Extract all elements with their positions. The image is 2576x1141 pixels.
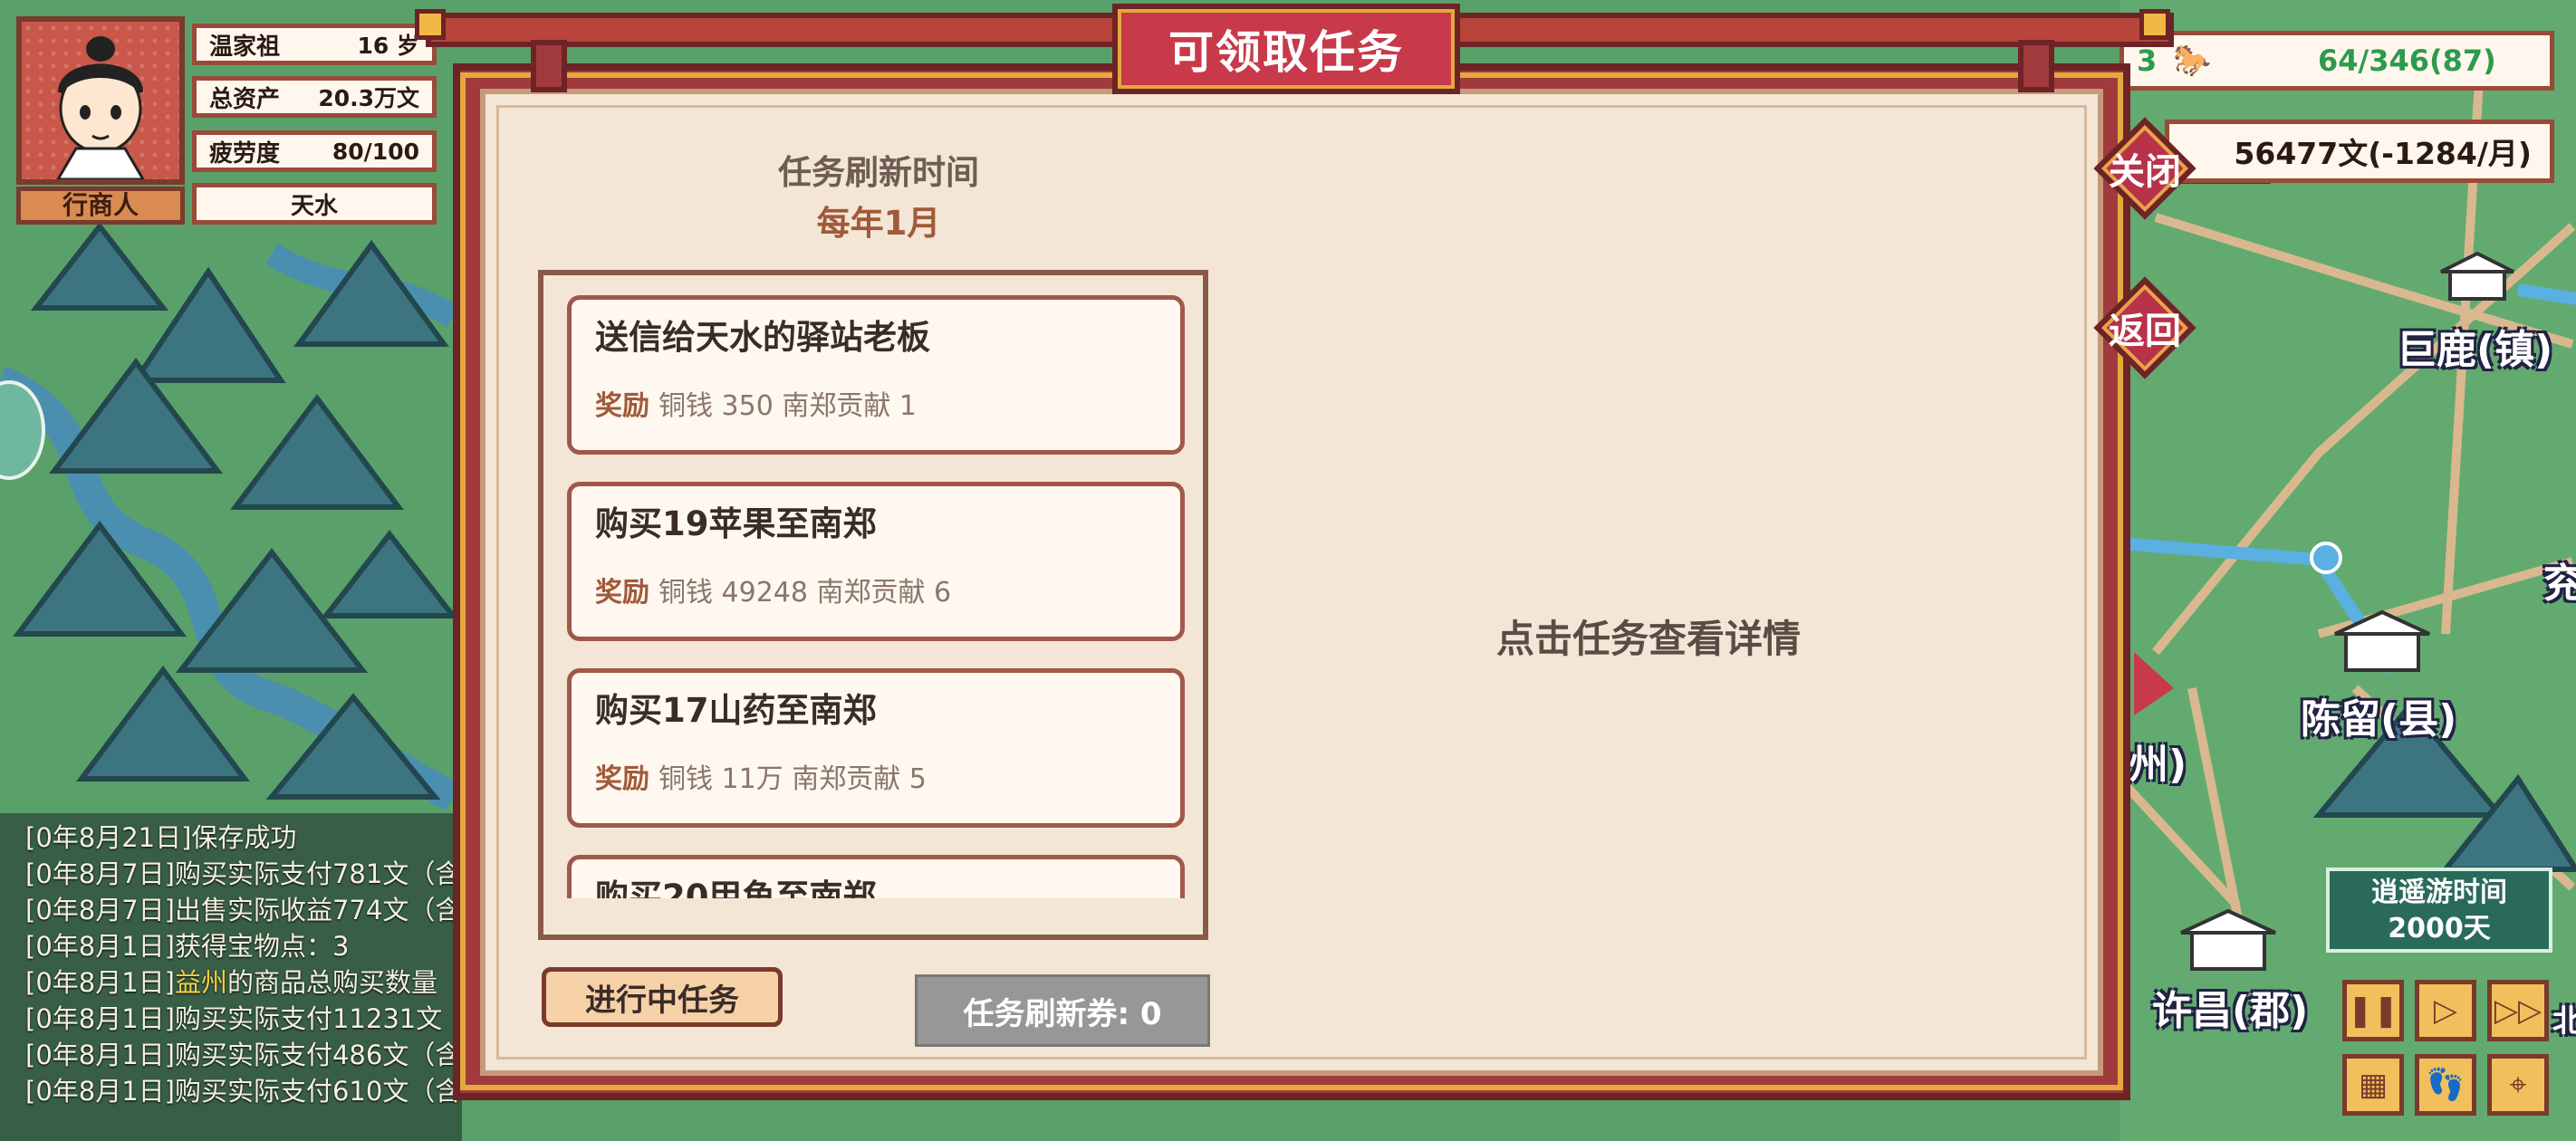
refresh-time-title: 任务刷新时间 xyxy=(778,153,979,192)
task-detail-hint: 点击任务查看详情 xyxy=(1495,617,1801,661)
player-avatar[interactable] xyxy=(16,16,185,185)
task-reward: 奖励 铜钱 350 南郑贡献 1 xyxy=(595,383,1157,423)
pause-button[interactable]: ❚❚ xyxy=(2342,980,2404,1041)
log-line: [0年8月7日]购买实际支付781文（含 xyxy=(25,858,460,889)
caravan-capacity-value: 64/346(87) xyxy=(2318,43,2496,78)
free-time-value: 2000天 xyxy=(2388,913,2491,944)
player-job-tag: 行商人 xyxy=(16,187,185,225)
beam-post-right xyxy=(2018,40,2054,92)
fatigue-value: 80/100 xyxy=(332,138,419,165)
beam-end-right xyxy=(2139,9,2170,40)
ongoing-tasks-button[interactable]: 进行中任务 xyxy=(542,967,783,1027)
fast-forward-button[interactable]: ▷▷ xyxy=(2487,980,2549,1041)
money-value: 56477文(-1284/月) xyxy=(2234,136,2532,171)
map-button[interactable]: ▦ xyxy=(2342,1054,2404,1116)
map-city-chenliu[interactable]: 陈留(县) xyxy=(2301,686,2456,744)
task-card[interactable]: 购买17山药至南郑 奖励 铜钱 11万 南郑贡献 5 xyxy=(567,668,1185,828)
close-button[interactable]: 关闭 xyxy=(2093,117,2196,220)
assets-label: 总资产 xyxy=(209,85,281,113)
map-city-julu[interactable]: 巨鹿(镇) xyxy=(2397,317,2552,375)
location-pin-icon: ⌖ xyxy=(2509,1067,2527,1103)
player-city-row: 天水 xyxy=(192,183,437,225)
task-card[interactable]: 送信给天水的驿站老板 奖励 铜钱 350 南郑贡献 1 xyxy=(567,295,1185,455)
player-city: 天水 xyxy=(290,192,338,220)
player-assets-row: 总资产 20.3万文 xyxy=(192,76,437,118)
fatigue-label: 疲劳度 xyxy=(209,139,281,168)
player-fatigue-row: 疲劳度 80/100 xyxy=(192,130,437,172)
refresh-ticket-button[interactable]: 任务刷新券: 0 xyxy=(915,974,1210,1047)
player-name-row: 温家祖 16 岁 xyxy=(192,24,437,65)
close-label: 关闭 xyxy=(2109,151,2181,193)
log-line-rest: 的商品总购买数量 xyxy=(227,967,438,998)
footprints-button[interactable]: 👣 xyxy=(2415,1054,2476,1116)
task-title: 购买19苹果至南郑 xyxy=(595,504,877,543)
avatar-face-icon xyxy=(55,36,146,181)
map-city-edge-fragment[interactable]: 北 xyxy=(2552,996,2576,1040)
location-button[interactable]: ⌖ xyxy=(2487,1054,2549,1116)
log-line-city: 益州 xyxy=(174,967,227,998)
map-icon: ▦ xyxy=(2358,1067,2389,1103)
play-icon: ▷ xyxy=(2433,992,2458,1029)
play-button[interactable]: ▷ xyxy=(2415,980,2476,1041)
task-reward: 奖励 铜钱 49248 南郑贡献 6 xyxy=(595,570,1157,609)
log-line: [0年8月1日]购买实际支付486文（含 xyxy=(25,1040,460,1070)
reward-value: 铜钱 11万 南郑贡献 5 xyxy=(658,763,927,795)
money-box: 56477文(-1284/月) xyxy=(2165,120,2554,183)
log-line: [0年8月21日]保存成功 xyxy=(25,822,297,853)
task-card[interactable]: 购买20甲鱼至南郑 xyxy=(567,855,1185,898)
modal-title: 可领取任务 xyxy=(1112,4,1460,94)
reward-label: 奖励 xyxy=(595,577,649,609)
pause-icon: ❚❚ xyxy=(2347,992,2399,1029)
beam-end-left xyxy=(415,9,446,40)
back-button[interactable]: 返回 xyxy=(2093,276,2196,379)
task-title: 购买20甲鱼至南郑 xyxy=(595,877,877,898)
map-city-xuchang[interactable]: 许昌(郡) xyxy=(2152,978,2308,1036)
player-age: 16 岁 xyxy=(357,33,420,59)
reward-value: 铜钱 350 南郑贡献 1 xyxy=(658,390,917,422)
player-name: 温家祖 xyxy=(209,33,281,61)
fast-forward-icon: ▷▷ xyxy=(2494,992,2542,1029)
back-label: 返回 xyxy=(2109,311,2181,352)
free-time-box: 逍遥游时间 2000天 xyxy=(2326,868,2552,953)
caravan-capacity-box: 3 🐎 64/346(87) xyxy=(2119,31,2554,91)
task-reward: 奖励 铜钱 11万 南郑贡献 5 xyxy=(595,756,1157,796)
refresh-time-value: 每年1月 xyxy=(816,204,941,243)
task-card[interactable]: 购买19苹果至南郑 奖励 铜钱 49248 南郑贡献 6 xyxy=(567,482,1185,641)
task-title: 送信给天水的驿站老板 xyxy=(595,318,930,357)
reward-label: 奖励 xyxy=(595,390,649,422)
log-line: [0年8月1日]购买实际支付11231文 xyxy=(25,1003,443,1034)
log-line: [0年8月1日]益州的商品总购买数量 xyxy=(25,964,460,1001)
log-line-date: [0年8月1日] xyxy=(25,967,175,998)
assets-value: 20.3万文 xyxy=(318,85,419,111)
reward-label: 奖励 xyxy=(595,763,649,795)
log-line: [0年8月1日]获得宝物点：3 xyxy=(25,931,350,962)
log-line: [0年8月7日]出售实际收益774文（含 xyxy=(25,895,460,925)
map-city-yan-fragment[interactable]: 兖 xyxy=(2543,551,2576,609)
log-line: [0年8月1日]购买实际支付610文（含 xyxy=(25,1076,460,1107)
message-log: [0年8月21日]保存成功 [0年8月7日]购买实际支付781文（含 [0年8月… xyxy=(25,820,460,1109)
task-list[interactable]: 送信给天水的驿站老板 奖励 铜钱 350 南郑贡献 1 购买19苹果至南郑 奖励铜… xyxy=(543,275,1203,898)
map-city-fragment[interactable]: 州) xyxy=(2129,732,2187,790)
beam-post-left xyxy=(531,40,567,92)
free-time-label: 逍遥游时间 xyxy=(2371,877,2507,908)
horse-cart-icon: 🐎 xyxy=(2173,43,2212,79)
task-title: 购买17山药至南郑 xyxy=(595,691,877,730)
footprints-icon: 👣 xyxy=(2426,1067,2465,1103)
reward-value: 铜钱 49248 南郑贡献 6 xyxy=(658,577,952,609)
caravan-left-value: 3 xyxy=(2137,43,2158,78)
